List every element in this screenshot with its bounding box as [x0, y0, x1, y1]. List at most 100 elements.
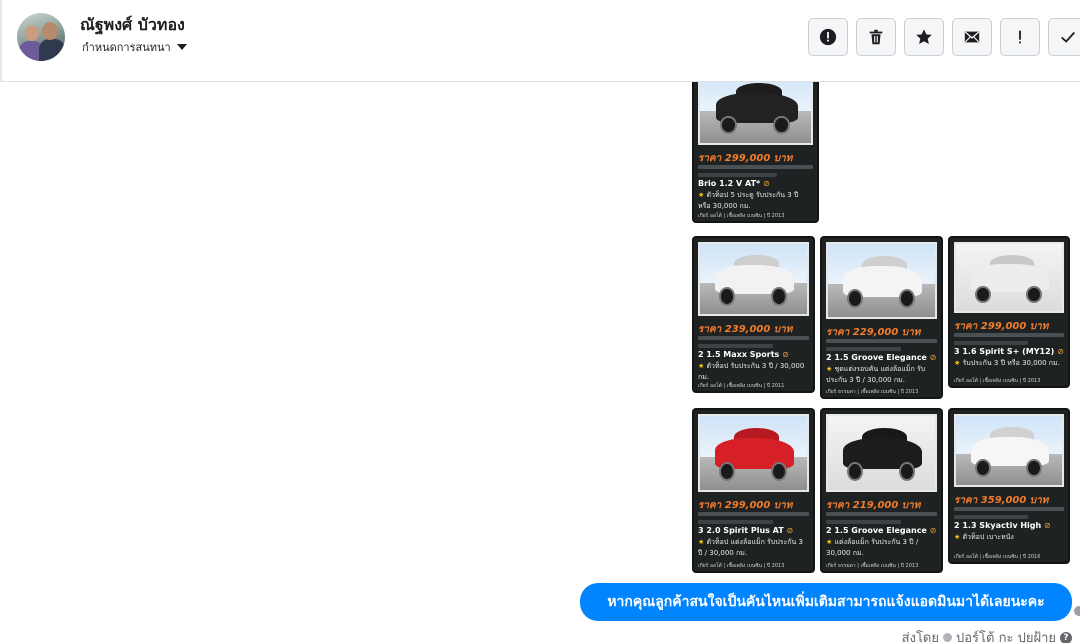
verified-icon: ⊘ — [782, 350, 789, 359]
important-button[interactable] — [1000, 18, 1040, 56]
car-card[interactable]: ราคา 299,000 บาท 3 2.0 Spirit Plus AT ⊘ … — [692, 408, 815, 573]
star-icon: ★ — [698, 538, 705, 546]
car-card[interactable]: ราคา 299,000 บาท Brio 1.2 V AT* ⊘ ★ ตัวท… — [692, 82, 819, 223]
finance-details-line — [698, 336, 809, 340]
car-price: ราคา 299,000 บาท — [954, 321, 1049, 332]
car-price: ราคา 219,000 บาท — [826, 500, 921, 511]
car-model-text: 2 1.3 Skyactiv High — [954, 521, 1042, 530]
car-model: 2 1.3 Skyactiv High ⊘ — [954, 521, 1051, 530]
car-price: ราคา 239,000 บาท — [698, 324, 793, 335]
finance-details-line — [826, 512, 937, 516]
car-description: ★ ตัวท็อป แต่งล้อแม็ก รับประกัน 3 ปี / 3… — [698, 537, 809, 559]
conversation-schedule-dropdown[interactable]: กำหนดการสนทนา — [82, 38, 187, 56]
spec-details-line — [698, 173, 777, 177]
car-price: ราคา 299,000 บาท — [698, 153, 793, 164]
car-description-text: รับประกัน 3 ปี หรือ 30,000 กม. — [962, 359, 1060, 367]
message-text: หากคุณลูกค้าสนใจเป็นคันไหนเพิ่มเติมสามาร… — [607, 594, 1045, 610]
car-specs-footer: เกียร์ ธรรมดา | เชื้อเพลิง เบนซิน | ปี 2… — [826, 389, 919, 395]
car-description-text: ตัวท็อป แต่งล้อแม็ก รับประกัน 3 ปี / 30,… — [698, 538, 803, 557]
verified-icon: ⊘ — [1057, 347, 1064, 356]
car-description-text: แต่งล้อแม็ก รับประกัน 3 ปี / 30,000 กม. — [826, 538, 919, 557]
star-icon: ★ — [698, 362, 705, 370]
contact-avatar[interactable] — [17, 13, 65, 61]
verified-icon: ⊘ — [1043, 521, 1051, 530]
spec-details-line — [954, 515, 1028, 519]
car-price: ราคา 299,000 บาท — [698, 500, 793, 511]
car-model: Brio 1.2 V AT* ⊘ — [698, 179, 770, 188]
star-icon: ★ — [826, 538, 833, 546]
car-photo — [826, 242, 937, 319]
envelope-icon — [964, 31, 980, 43]
star-icon: ★ — [954, 359, 961, 367]
message-bubble[interactable]: หากคุณลูกค้าสนใจเป็นคันไหนเพิ่มเติมสามาร… — [580, 583, 1072, 621]
car-description: ★ รับประกัน 3 ปี หรือ 30,000 กม. — [954, 358, 1064, 369]
car-model-text: Brio 1.2 V AT* — [698, 179, 761, 188]
car-description: ★ ตัวท็อป เบาะหนัง — [954, 532, 1064, 543]
car-photo — [954, 414, 1064, 487]
star-icon: ★ — [826, 365, 833, 373]
finance-details-line — [826, 339, 937, 343]
verified-icon: ⊘ — [929, 526, 937, 535]
car-photo — [698, 414, 809, 492]
conversation-header: ณัฐพงศ์ บัวทอง กำหนดการสนทนา — [0, 0, 1080, 82]
car-description-text: ตัวท็อป 5 ประตู รับประกัน 3 ปี หรือ 30,0… — [698, 191, 799, 210]
star-button[interactable] — [904, 18, 944, 56]
car-description: ★ ชุดแต่งรอบคัน แต่งล้อแม็ก รับประกัน 3 … — [826, 364, 937, 386]
car-model-text: 2 1.5 Groove Elegance — [826, 526, 927, 535]
car-description-text: ตัวท็อป รับประกัน 3 ปี / 30,000 กม. — [698, 362, 805, 381]
car-model: 2 1.5 Maxx Sports ⊘ — [698, 350, 789, 359]
seen-avatar — [1074, 606, 1080, 616]
car-photo — [954, 242, 1064, 313]
finance-details-line — [698, 512, 809, 516]
spec-details-line — [698, 344, 773, 348]
check-icon — [1061, 31, 1075, 43]
sender-dot-icon — [943, 633, 952, 642]
car-model: 3 1.6 Spirit S+ (MY12) ⊘ — [954, 347, 1064, 356]
car-model-text: 2 1.5 Maxx Sports — [698, 350, 780, 359]
caret-down-icon — [176, 44, 187, 50]
car-price: ราคา 359,000 บาท — [954, 495, 1049, 506]
car-photo — [826, 414, 937, 492]
conversation-toolbar — [808, 18, 1080, 56]
alert-circle-icon — [819, 28, 837, 46]
car-specs-footer: เกียร์ ออโต้ | เชื้อเพลิง เบนซิน | ปี 20… — [698, 213, 785, 219]
finance-details-line — [954, 507, 1064, 511]
contact-name[interactable]: ณัฐพงศ์ บัวทอง — [80, 13, 185, 38]
sent-by-info: ส่งโดย ปอร์โต้ กะ ปุยฝ้าย ? — [902, 627, 1072, 643]
car-card[interactable]: ราคา 239,000 บาท 2 1.5 Maxx Sports ⊘ ★ ต… — [692, 236, 815, 393]
car-model: 2 1.5 Groove Elegance ⊘ — [826, 353, 936, 362]
car-specs-footer: เกียร์ ออโต้ | เชื้อเพลิง เบนซิน | ปี 20… — [698, 563, 785, 569]
star-icon: ★ — [954, 533, 961, 541]
verified-icon: ⊘ — [763, 179, 770, 188]
car-model-text: 3 2.0 Spirit Plus AT — [698, 526, 784, 535]
car-description: ★ ตัวท็อป 5 ประตู รับประกัน 3 ปี หรือ 30… — [698, 190, 813, 212]
sender-name[interactable]: ปอร์โต้ กะ ปุยฝ้าย — [956, 627, 1056, 643]
car-specs-footer: เกียร์ ออโต้ | เชื้อเพลิง เบนซิน | ปี 20… — [954, 378, 1041, 384]
spam-button[interactable] — [808, 18, 848, 56]
verified-icon: ⊘ — [929, 353, 937, 362]
car-specs-footer: เกียร์ ธรรมดา | เชื้อเพลิง เบนซิน | ปี 2… — [826, 563, 919, 569]
car-specs-footer: เกียร์ ออโต้ | เชื้อเพลิง เบนซิน | ปี 20… — [698, 383, 785, 389]
car-model-text: 3 1.6 Spirit S+ (MY12) — [954, 347, 1055, 356]
star-icon — [916, 29, 932, 45]
car-card[interactable]: ราคา 299,000 บาท 3 1.6 Spirit S+ (MY12) … — [948, 236, 1070, 388]
star-icon: ★ — [698, 191, 705, 199]
car-description-text: ตัวท็อป เบาะหนัง — [962, 533, 1014, 541]
done-button[interactable] — [1048, 18, 1080, 56]
car-price: ราคา 229,000 บาท — [826, 327, 921, 338]
spec-details-line — [826, 347, 901, 351]
mark-unread-button[interactable] — [952, 18, 992, 56]
car-model: 3 2.0 Spirit Plus AT ⊘ — [698, 526, 793, 535]
car-model: 2 1.5 Groove Elegance ⊘ — [826, 526, 936, 535]
message-thread[interactable]: ราคา 299,000 บาท Brio 1.2 V AT* ⊘ ★ ตัวท… — [0, 82, 1080, 643]
exclamation-icon — [1019, 30, 1021, 44]
car-card[interactable]: ราคา 229,000 บาท 2 1.5 Groove Elegance ⊘… — [820, 236, 943, 399]
delete-button[interactable] — [856, 18, 896, 56]
car-card[interactable]: ราคา 359,000 บาท 2 1.3 Skyactiv High ⊘ ★… — [948, 408, 1070, 564]
spec-details-line — [698, 520, 773, 524]
help-icon[interactable]: ? — [1060, 631, 1072, 643]
spec-details-line — [954, 341, 1028, 345]
finance-details-line — [954, 333, 1064, 337]
car-photo — [698, 242, 809, 316]
car-card[interactable]: ราคา 219,000 บาท 2 1.5 Groove Elegance ⊘… — [820, 408, 943, 573]
